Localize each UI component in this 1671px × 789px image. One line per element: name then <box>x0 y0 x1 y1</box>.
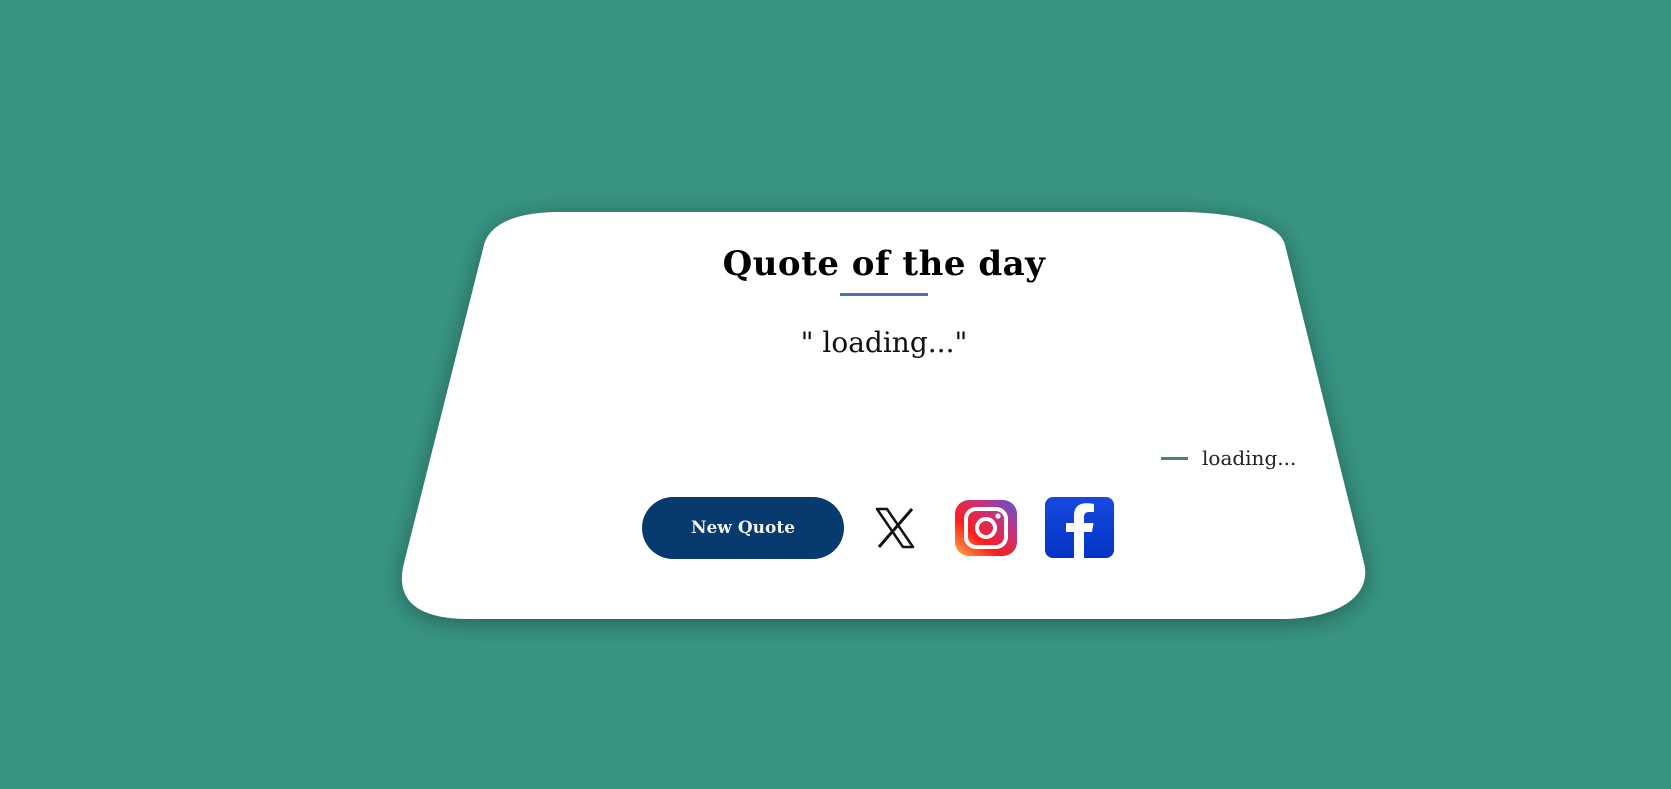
author-row: loading... <box>1161 444 1296 472</box>
author-dash <box>1161 456 1188 460</box>
author-name: loading... <box>1202 446 1297 470</box>
x-icon[interactable] <box>872 505 918 551</box>
facebook-icon[interactable] <box>1044 496 1115 559</box>
new-quote-button[interactable]: New Quote <box>642 497 844 559</box>
quote-text: " loading..." <box>800 326 968 359</box>
page-title: Quote of the day <box>722 244 1046 284</box>
instagram-icon[interactable] <box>954 499 1018 557</box>
title-underline <box>840 293 928 296</box>
